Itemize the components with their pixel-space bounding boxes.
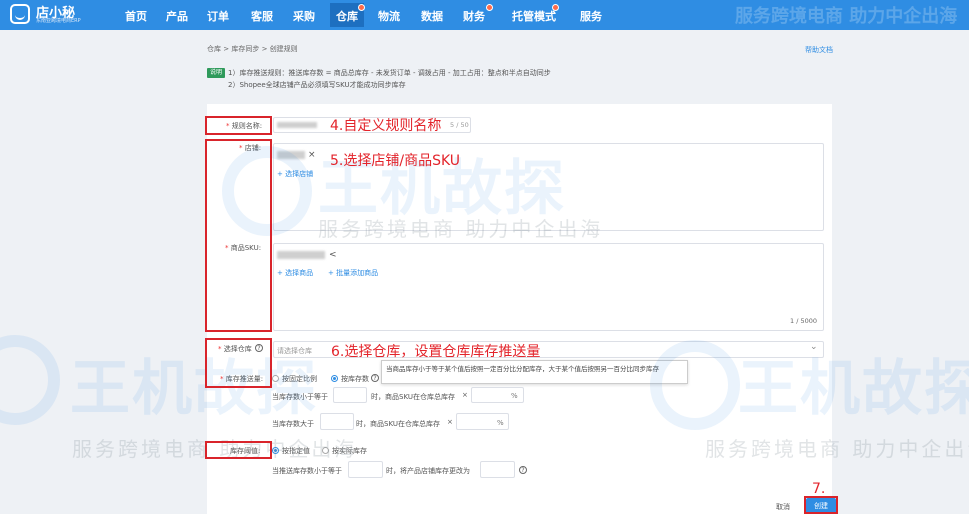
watermark-logo-icon [0,335,60,425]
push-by-stock-radio[interactable] [331,375,338,382]
watermark-slogan-right: 服务跨境电商 助力中企出海 [705,437,969,461]
notice-tag: 说明 [207,68,225,78]
nav-item-data[interactable]: 数据 [421,8,443,24]
annotation-box-warehouse [205,338,272,388]
push-help-icon[interactable]: ? [371,374,379,382]
threshold-row-prefix: 当推送库存数小于等于 [272,467,342,475]
push-row1-threshold-input[interactable] [333,387,367,403]
batch-add-product-link[interactable]: + 批量添加商品 [328,268,378,278]
shop-tag-remove-icon[interactable]: × [308,150,316,160]
nav-item-purchase[interactable]: 采购 [293,8,315,24]
nav-watermark-slogan: 服务跨境电商 助力中企出海 [735,6,958,27]
sku-tag-blurred [277,251,325,259]
rule-name-value-blurred [277,122,317,128]
sku-counter: 1 / 5000 [790,317,817,325]
threshold-help-icon[interactable]: ? [519,466,527,474]
nav-item-warehouse[interactable]: 仓库 [336,8,358,24]
notice-line-2: 2）Shopee全球店铺产品必须填写SKU才能成功同步库存 [228,81,406,89]
rule-name-counter: 5 / 50 [450,121,469,129]
nav-item-order[interactable]: 订单 [207,8,229,24]
app-logo-icon[interactable] [10,4,30,24]
watermark-slogan-center: 服务跨境电商 助力中企出海 [318,217,604,241]
app-subtitle: 东南亚跨境电商ERP [36,18,81,24]
annotation-box-shop-sku [205,139,272,332]
breadcrumb-root[interactable]: 仓库 [207,45,221,53]
push-by-stock-label[interactable]: 按库存数 [341,374,369,384]
nav-finance-dot [486,4,493,11]
annotation-box-threshold [205,441,272,459]
breadcrumb-current: 创建规则 [269,45,298,53]
threshold-value-input[interactable] [348,461,383,478]
push-row1-mid: 时，商品SKU在仓库总库存 [371,393,455,401]
nav-managed-dot [552,4,559,11]
threshold-row-mid: 时，将产品店铺库存更改为 [386,467,470,475]
push-row2-times: × [447,418,453,426]
breadcrumb-parent[interactable]: 库存同步 [231,45,259,53]
push-row1-times: × [462,391,468,399]
push-row1-unit: % [511,392,518,400]
push-row2-unit: % [497,419,504,427]
nav-warehouse-dot [358,4,365,11]
nav-item-services[interactable]: 服务 [580,8,602,24]
sku-select-box[interactable] [273,243,824,331]
help-doc-link[interactable]: 帮助文档 [805,45,833,55]
push-row2-threshold-input[interactable] [320,413,354,430]
nav-item-service[interactable]: 客服 [251,8,273,24]
breadcrumb-sep: > [223,45,230,53]
annotation-step-5: 5.选择店铺/商品SKU [330,153,461,169]
annotation-box-create [804,496,838,514]
cancel-button[interactable]: 取消 [770,500,796,514]
select-product-link[interactable]: + 选择商品 [277,268,313,278]
notice-line-1: 1）库存推送规则：推送库存数 = 商品总库存 - 未发货订单 - 调拨占用 - … [228,69,551,77]
nav-item-logistics[interactable]: 物流 [378,8,400,24]
breadcrumb: 仓库 > 库存同步 > 创建规则 [207,44,298,54]
nav-item-product[interactable]: 产品 [166,8,188,24]
watermark-logo-icon [650,340,740,430]
push-row2-mid: 时，商品SKU在仓库总库存 [356,420,440,428]
sku-collapse-icon[interactable]: < [329,250,337,260]
annotation-step-4: 4.自定义规则名称 [330,118,442,134]
threshold-target-input[interactable] [480,461,515,478]
push-help-tooltip: 当商品库存小于等于某个值后按照一定百分比分配库存，大于某个值后按照另一百分比同步… [381,360,688,384]
nav-item-home[interactable]: 首页 [125,8,147,24]
nav-item-finance[interactable]: 财务 [463,8,485,24]
annotation-box-rule-name [205,116,272,135]
annotation-step-6: 6.选择仓库，设置仓库库存推送量 [331,344,541,360]
watermark-brand-right: 王机故探 [738,354,969,424]
annotation-step-7: 7. [812,481,826,497]
breadcrumb-sep: > [261,45,268,53]
nav-item-managed-mode[interactable]: 托管模式 [512,8,556,24]
watermark-brand-left: 王机故探 [70,354,318,424]
